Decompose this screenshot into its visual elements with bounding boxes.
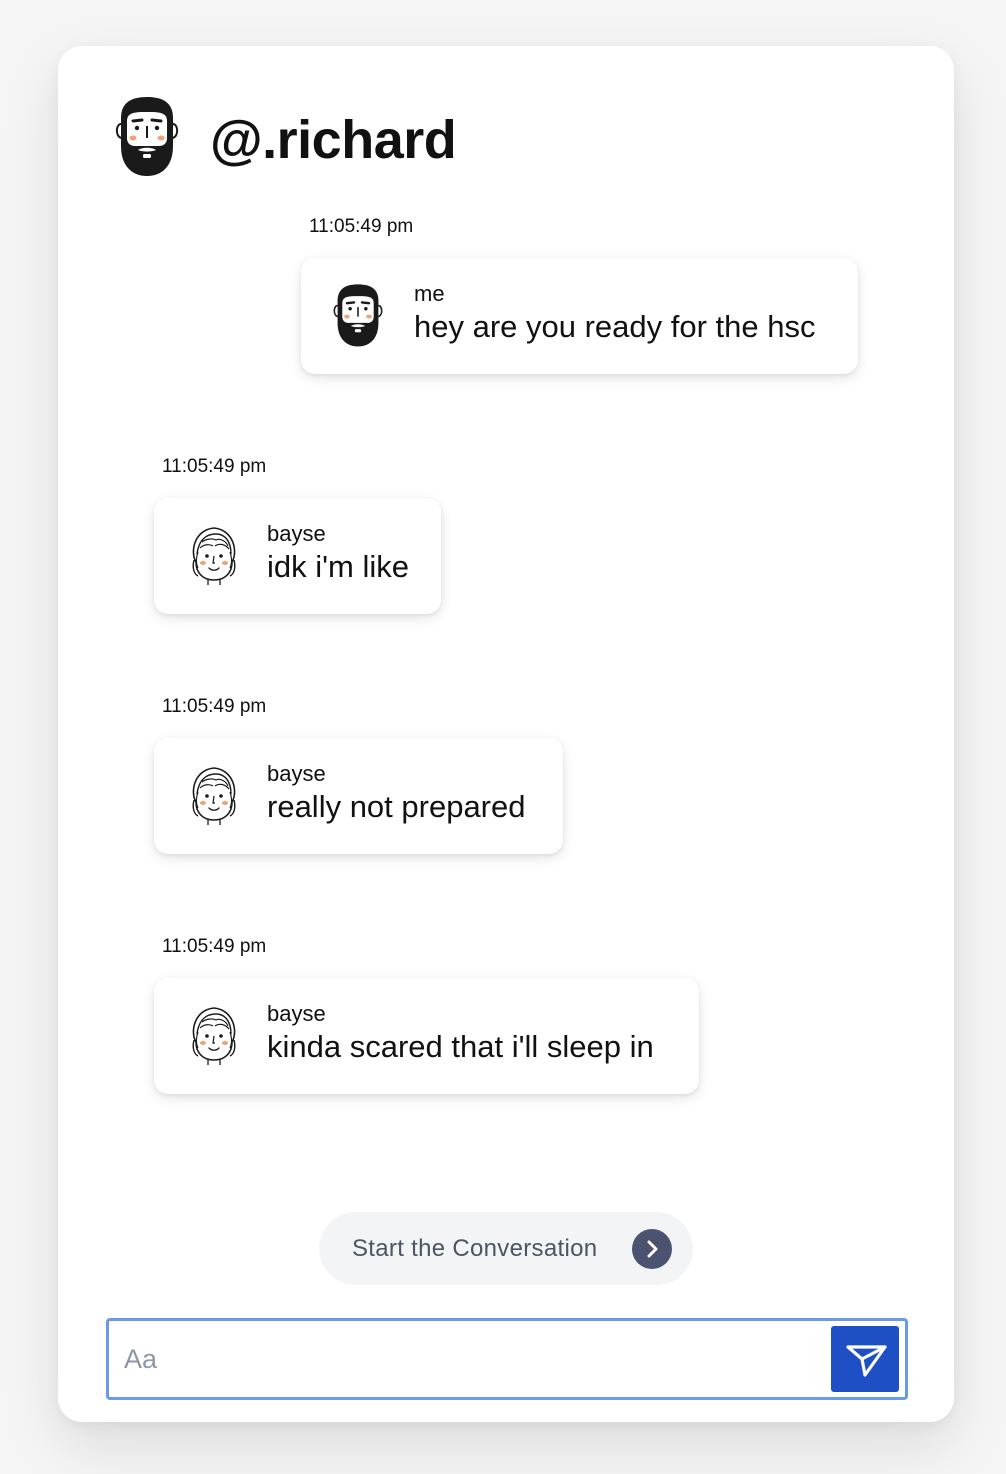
message-sender: bayse [267,521,326,546]
message-text: really not prepared [267,789,526,824]
message-composer [106,1318,908,1400]
woman-avatar-icon [186,762,242,828]
woman-avatar-icon [186,1002,242,1068]
chat-title: @.richard [210,110,457,170]
send-icon [846,1345,887,1377]
send-button[interactable] [831,1326,899,1392]
chevron-right-icon [632,1229,672,1269]
bearded-man-avatar-icon [112,94,182,178]
message-sender: bayse [267,1001,326,1026]
message-bubble-bayse: bayse really not prepared [154,738,563,854]
start-conversation-button[interactable]: Start the Conversation [319,1212,693,1285]
woman-avatar-icon [186,522,242,588]
message-sender: bayse [267,761,326,786]
message-timestamp: 11:05:49 pm [162,936,267,957]
message-bubble-bayse: bayse idk i'm like [154,498,441,614]
bearded-man-avatar-icon [330,282,386,348]
start-conversation-label: Start the Conversation [352,1235,598,1262]
message-bubble-bayse: bayse kinda scared that i'll sleep in [154,978,699,1094]
message-timestamp: 11:05:49 pm [309,216,414,237]
message-input[interactable] [109,1321,824,1397]
message-sender: me [414,281,445,306]
message-timestamp: 11:05:49 pm [162,696,267,717]
message-text: hey are you ready for the hsc [414,309,816,344]
message-text: kinda scared that i'll sleep in [267,1029,654,1064]
message-timestamp: 11:05:49 pm [162,456,267,477]
message-bubble-me: me hey are you ready for the hsc [301,258,858,374]
message-text: idk i'm like [267,549,409,584]
